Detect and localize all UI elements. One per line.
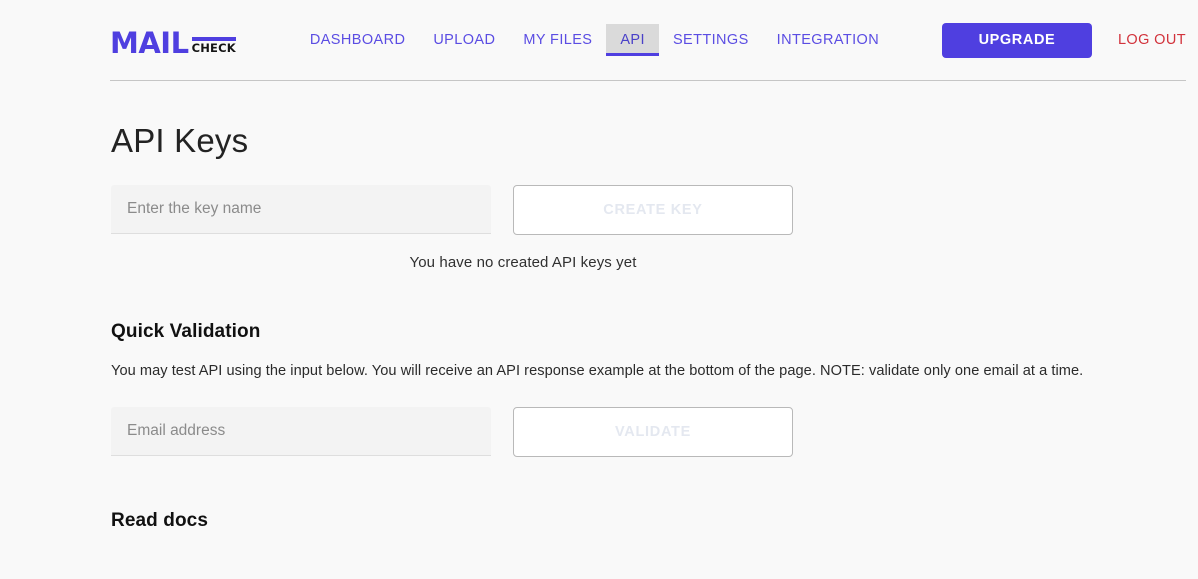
brand-logo-mail-text: MAIL [110, 26, 189, 60]
quick-validation-heading: Quick Validation [111, 321, 261, 342]
quick-validation-row: VALIDATE [111, 406, 1187, 457]
nav-item-settings[interactable]: SETTINGS [659, 24, 763, 56]
brand-logo[interactable]: MAIL CHECK [110, 23, 236, 60]
brand-logo-bar [191, 36, 236, 41]
header-inner: MAIL CHECK DASHBOARD UPLOAD MY FILES API… [110, 0, 1186, 80]
brand-logo-check-group: CHECK [191, 36, 236, 55]
nav-item-my-files[interactable]: MY FILES [509, 24, 606, 56]
main-content: API Keys CREATE KEY You have no created … [111, 81, 1187, 532]
page-title: API Keys [111, 122, 249, 159]
create-api-key-row: CREATE KEY [111, 185, 1187, 235]
main-navigation: DASHBOARD UPLOAD MY FILES API SETTINGS I… [296, 18, 893, 62]
nav-item-api[interactable]: API [606, 24, 659, 56]
nav-item-dashboard[interactable]: DASHBOARD [296, 24, 419, 56]
logout-link[interactable]: LOG OUT [1118, 32, 1186, 48]
upgrade-button[interactable]: UPGRADE [941, 22, 1092, 58]
site-header: MAIL CHECK DASHBOARD UPLOAD MY FILES API… [0, 0, 1198, 81]
create-key-button[interactable]: CREATE KEY [513, 185, 793, 235]
nav-item-integration[interactable]: INTEGRATION [763, 24, 893, 56]
validate-button[interactable]: VALIDATE [513, 406, 793, 457]
brand-logo-check-text: CHECK [191, 40, 236, 55]
header-actions: UPGRADE LOG OUT [941, 22, 1186, 58]
quick-validation-description: You may test API using the input below. … [111, 363, 1084, 379]
key-name-input[interactable] [111, 185, 491, 234]
read-docs-heading: Read docs [111, 509, 208, 531]
nav-item-upload[interactable]: UPLOAD [419, 24, 509, 56]
no-api-keys-message: You have no created API keys yet [409, 254, 637, 271]
email-address-input[interactable] [111, 406, 491, 456]
